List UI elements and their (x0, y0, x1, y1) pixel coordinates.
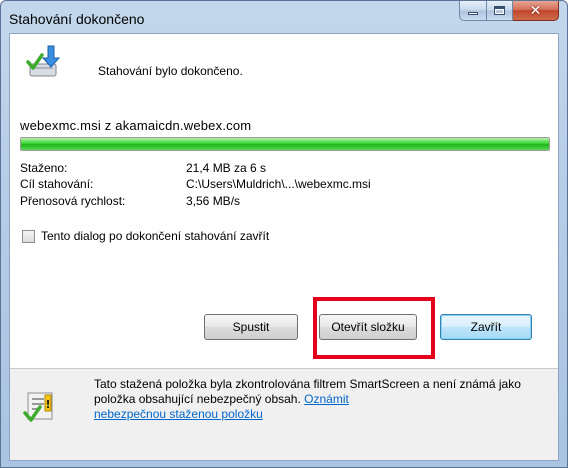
info-value-downloaded: 21,4 MB za 6 s (186, 161, 267, 175)
close-on-complete-checkbox[interactable] (22, 229, 35, 243)
info-label-destination: Cíl stahování: (20, 177, 94, 191)
close-on-complete-label: Tento dialog po dokončení stahování zavř… (41, 229, 270, 243)
info-label-transfer-rate: Přenosová rychlost: (20, 194, 126, 208)
window-title: Stahování dokončeno (9, 11, 145, 27)
close-button[interactable]: Zavřít (440, 314, 532, 340)
smartscreen-message: Tato stažená položka byla zkontrolována … (94, 377, 524, 422)
progress-fill (21, 138, 549, 150)
minimize-button[interactable] (459, 1, 487, 21)
report-link-part2[interactable]: nebezpečnou staženou položku (94, 407, 263, 421)
download-source: webexmc.msi z akamaicdn.webex.com (20, 118, 252, 133)
info-value-transfer-rate: 3,56 MB/s (186, 194, 241, 208)
dialog-body: Stahování bylo dokončeno. webexmc.msi z … (9, 33, 559, 461)
maximize-button[interactable] (487, 1, 513, 21)
open-folder-button[interactable]: Otevřít složku (319, 314, 417, 340)
maximize-icon (494, 6, 505, 15)
smartscreen-footer: ! Tato stažená položka byla zkontrolován… (10, 369, 558, 460)
svg-text:!: ! (45, 398, 50, 411)
download-complete-icon (26, 45, 61, 77)
run-button[interactable]: Spustit (204, 314, 298, 340)
caption-buttons: ✕ (459, 1, 559, 21)
close-on-complete-option[interactable]: Tento dialog po dokončení stahování zavř… (22, 229, 269, 243)
info-value-destination: C:\Users\Muldrich\...\webexmc.msi (186, 177, 371, 191)
report-link-part1[interactable]: Oznámit (304, 392, 349, 406)
status-text: Stahování bylo dokončeno. (98, 64, 243, 78)
minimize-icon (468, 12, 478, 15)
title-bar[interactable]: Stahování dokončeno ✕ (1, 1, 567, 33)
download-progress-bar (20, 137, 550, 151)
close-icon: ✕ (529, 2, 542, 19)
smartscreen-shield-icon: ! (23, 392, 53, 422)
info-label-downloaded: Staženo: (20, 161, 68, 175)
close-window-button[interactable]: ✕ (513, 1, 559, 21)
download-dialog-window: Stahování dokončeno ✕ Stahování bylo dok… (0, 0, 568, 468)
